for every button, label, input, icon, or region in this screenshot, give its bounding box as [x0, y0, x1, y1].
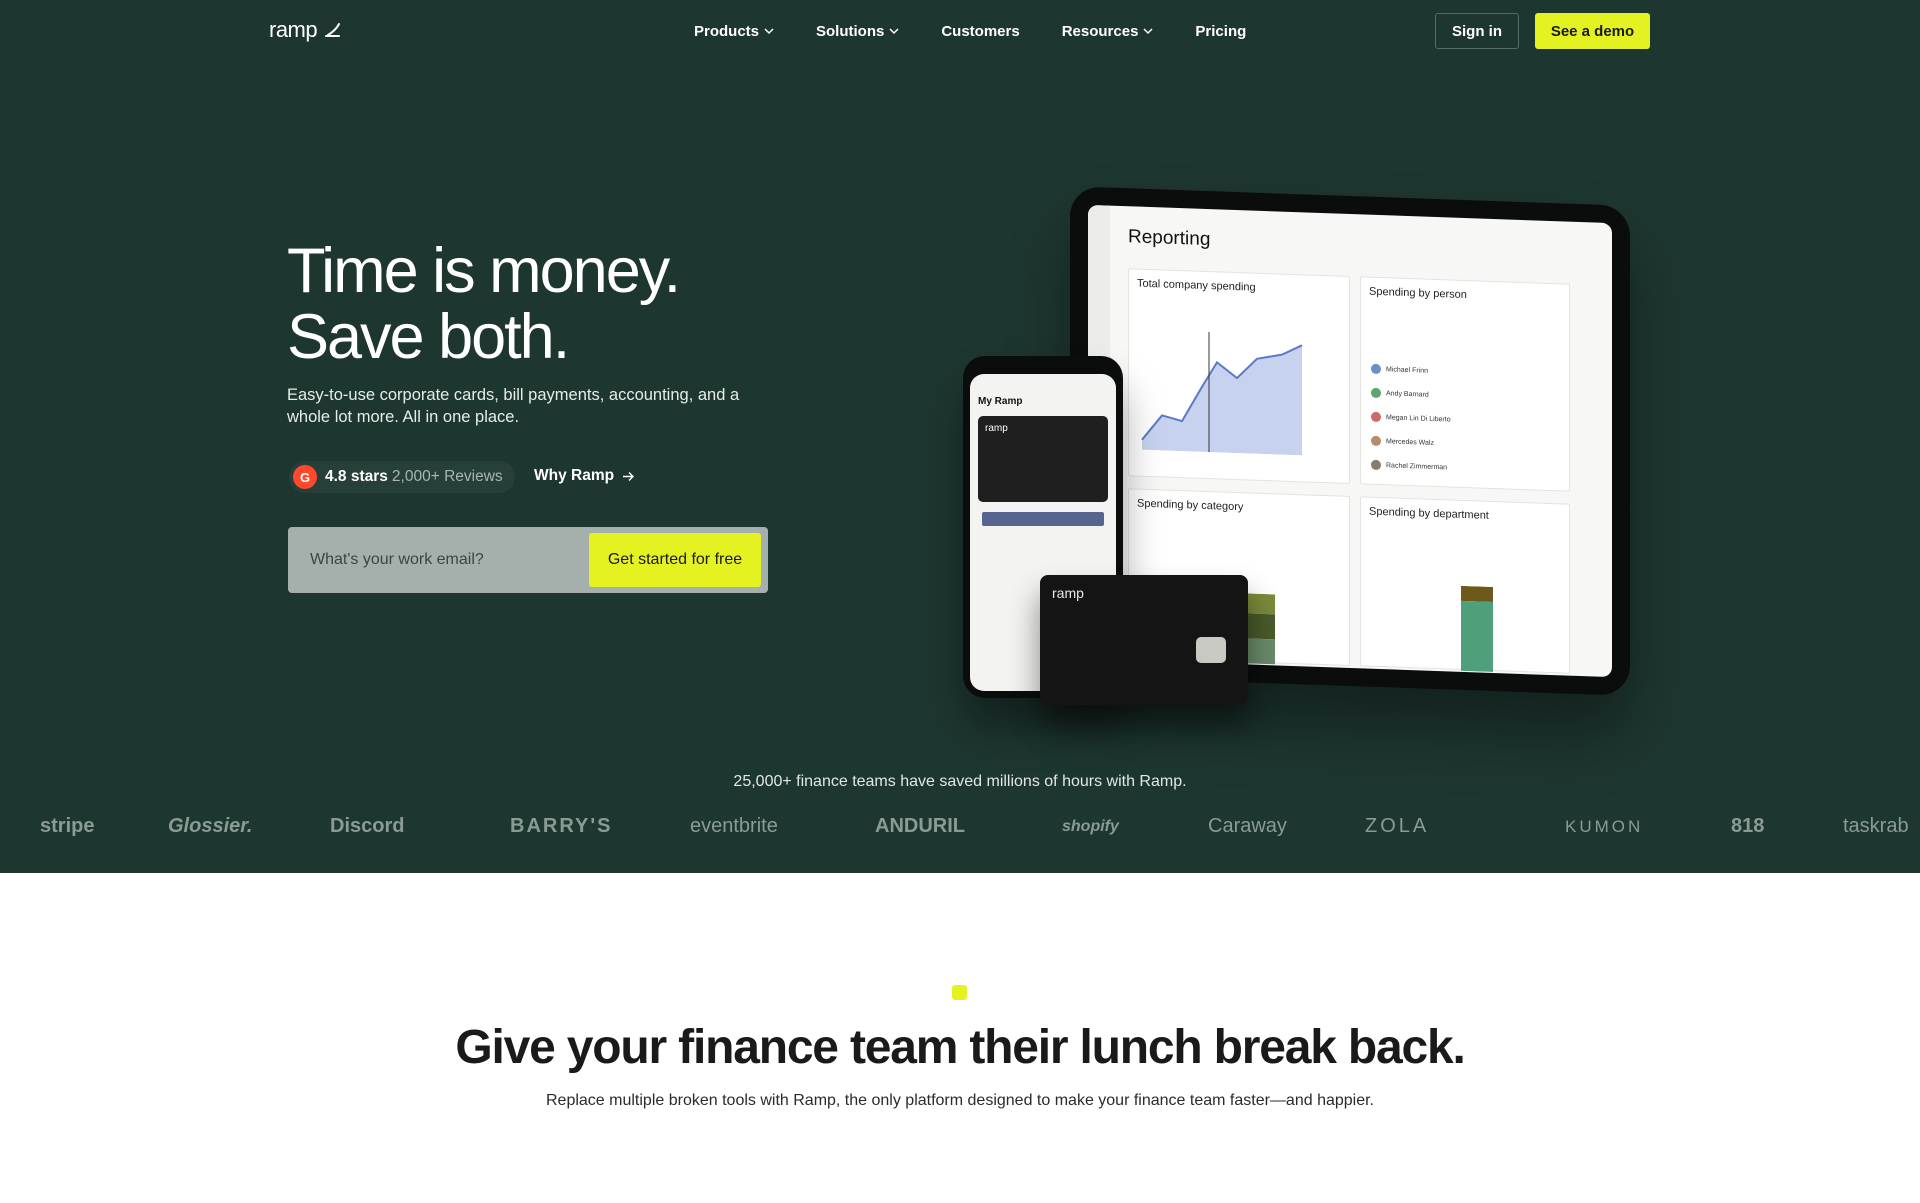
ramp-mark-icon: [325, 23, 341, 37]
why-ramp-label: Why Ramp: [534, 467, 615, 484]
person-name: Rachel Zimmerman: [1386, 461, 1448, 471]
chevron-down-icon: [889, 28, 899, 35]
brand-logo: BARRY'S: [510, 815, 613, 837]
spending-by-person-panel: Spending by person Michael Frinn Andy Ba…: [1360, 276, 1570, 492]
chevron-down-icon: [1143, 28, 1153, 35]
section-accent-square: [952, 985, 967, 1000]
hero-headline: Time is money. Save both.: [287, 236, 681, 372]
spending-by-department-panel: Spending by department: [1360, 496, 1570, 674]
corporate-card: ramp: [1040, 575, 1248, 705]
person-row: Mercedes Walz: [1371, 430, 1434, 454]
phone-card: ramp: [978, 416, 1108, 502]
nav-pricing-label: Pricing: [1195, 22, 1247, 40]
person-name: Mercedes Walz: [1386, 437, 1434, 447]
rating-reviews: 2,000+ Reviews: [391, 468, 503, 485]
brand-logo: Discord: [330, 815, 405, 837]
social-proof-tagline: 25,000+ finance teams have saved million…: [733, 773, 1187, 790]
work-email-input[interactable]: [288, 527, 588, 593]
brand-logo: ZOLA: [1365, 815, 1430, 837]
brand-logo: eventbrite: [690, 815, 778, 837]
see-a-demo-button[interactable]: See a demo: [1535, 13, 1650, 49]
rating-stars: 4.8 stars: [325, 468, 388, 485]
why-ramp-link[interactable]: Why Ramp: [534, 467, 635, 485]
hero-section: ramp Products Solutions Customers Resour…: [0, 0, 1920, 873]
spending-by-department-title: Spending by department: [1369, 505, 1489, 522]
hero-subcopy: Easy-to-use corporate cards, bill paymen…: [287, 386, 740, 426]
person-name: Michael Frinn: [1386, 365, 1429, 375]
g2-icon: G: [293, 465, 317, 489]
headline-line-2: Save both.: [287, 302, 570, 372]
nav-solutions-label: Solutions: [816, 22, 885, 40]
phone-action-button: [982, 512, 1104, 526]
brand-logo: shopify: [1062, 818, 1119, 835]
g2-rating-badge[interactable]: G 4.8 stars 2,000+ Reviews: [289, 461, 515, 493]
section-title: Give your finance team their lunch break…: [455, 1021, 1465, 1074]
person-row: Michael Frinn: [1371, 358, 1428, 382]
card-logo: ramp: [1052, 585, 1084, 601]
sign-in-button[interactable]: Sign in: [1435, 13, 1519, 49]
customer-logos: stripe Glossier. Discord BARRY'S eventbr…: [0, 815, 1920, 845]
top-nav: ramp Products Solutions Customers Resour…: [0, 0, 1920, 62]
person-row: Megan Lin Di Liberto: [1371, 406, 1451, 431]
spending-by-category-title: Spending by category: [1137, 497, 1244, 514]
arrow-right-icon: [623, 471, 635, 481]
total-spending-panel: Total company spending: [1128, 268, 1350, 484]
logo-text: ramp: [269, 17, 318, 42]
person-row: Andy Barnard: [1371, 382, 1429, 406]
nav-products[interactable]: Products: [694, 19, 774, 43]
ramp-logo[interactable]: ramp: [269, 17, 343, 43]
signup-form: Get started for free: [288, 527, 768, 593]
nav-pricing[interactable]: Pricing: [1195, 19, 1246, 43]
brand-logo: ANDURIL: [875, 815, 965, 837]
card-chip: [1196, 637, 1226, 663]
person-name: Andy Barnard: [1386, 389, 1429, 399]
department-bar: [1461, 585, 1493, 672]
brand-logo: 818: [1731, 815, 1765, 837]
brand-logo: KUMON: [1565, 817, 1644, 836]
spending-line-chart: [1141, 332, 1303, 456]
nav-products-label: Products: [694, 22, 760, 40]
nav-customers-label: Customers: [941, 22, 1020, 40]
nav-solutions[interactable]: Solutions: [816, 19, 899, 43]
brand-logo: taskrab: [1843, 815, 1909, 837]
person-row: Rachel Zimmerman: [1371, 454, 1447, 479]
person-name: Megan Lin Di Liberto: [1386, 413, 1451, 424]
reporting-title: Reporting: [1128, 226, 1211, 251]
total-spending-title: Total company spending: [1137, 277, 1256, 294]
section-subtitle: Replace multiple broken tools with Ramp,…: [546, 1092, 1374, 1109]
nav-resources[interactable]: Resources: [1062, 19, 1154, 43]
headline-line-1: Time is money.: [287, 236, 681, 306]
spending-by-person-title: Spending by person: [1369, 285, 1467, 302]
get-started-button[interactable]: Get started for free: [589, 533, 761, 587]
nav-resources-label: Resources: [1061, 22, 1139, 40]
nav-links: Products Solutions Customers Resources P…: [694, 19, 1288, 43]
brand-logo: Glossier.: [168, 815, 253, 837]
brand-logo: stripe: [40, 815, 95, 837]
phone-title: My Ramp: [978, 396, 1023, 407]
brand-logo: Caraway: [1208, 815, 1287, 837]
nav-customers[interactable]: Customers: [941, 19, 1019, 43]
phone-card-logo: ramp: [985, 423, 1008, 434]
chevron-down-icon: [764, 28, 774, 35]
